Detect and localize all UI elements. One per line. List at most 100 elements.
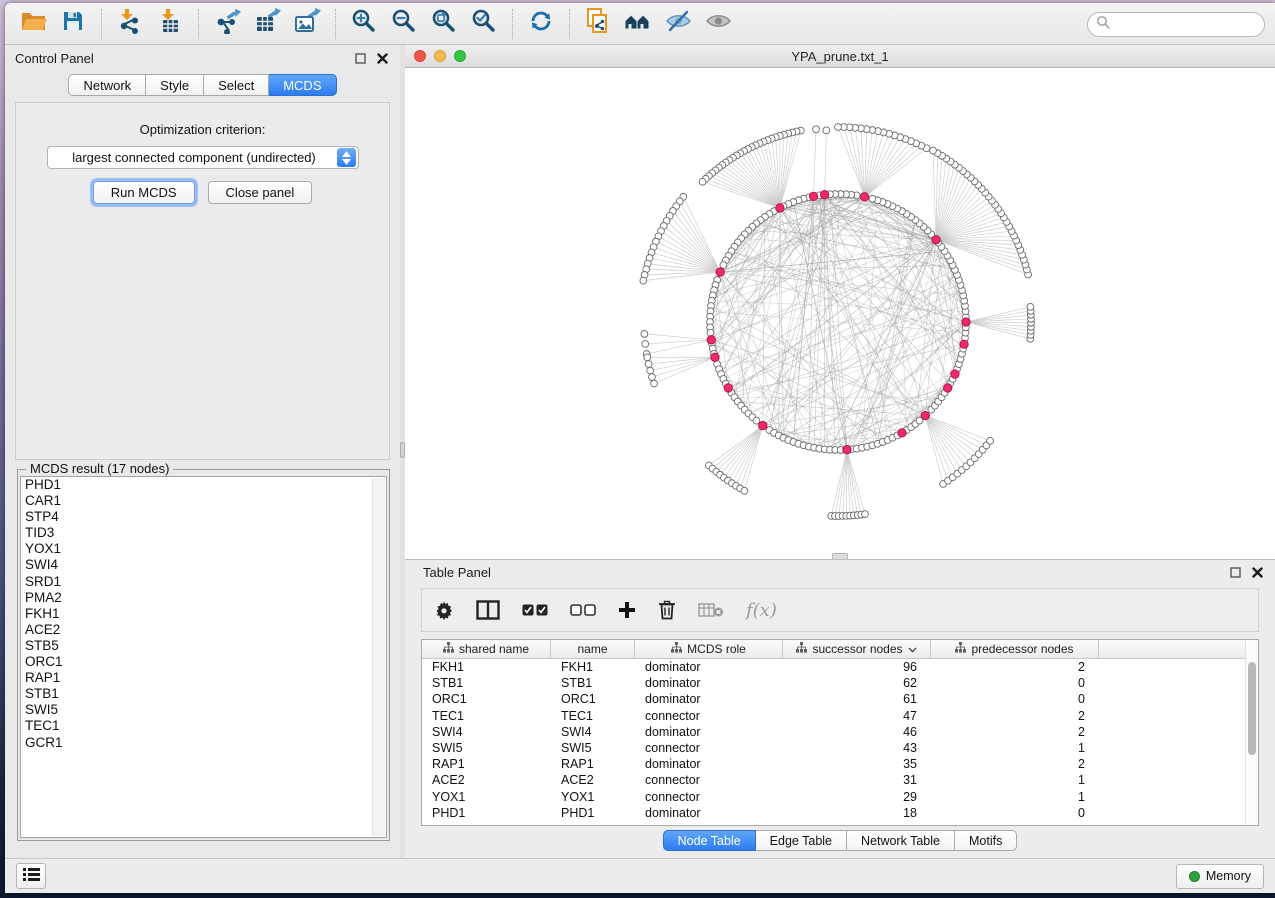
mcds-node[interactable]	[724, 384, 732, 392]
mcds-node[interactable]	[898, 429, 906, 437]
table-row[interactable]: ACE2ACE2connector311	[422, 772, 1258, 788]
close-table-panel-icon[interactable]	[1249, 564, 1265, 580]
table-cell[interactable]: TEC1	[551, 708, 635, 724]
tab-edge-table[interactable]: Edge Table	[756, 830, 847, 851]
table-cell[interactable]: dominator	[635, 691, 783, 707]
tab-node-table[interactable]: Node Table	[663, 830, 756, 851]
optimization-criterion-select[interactable]: largest connected component (undirected)	[47, 146, 359, 169]
mcds-node[interactable]	[960, 340, 968, 348]
mcds-node[interactable]	[711, 353, 719, 361]
tab-motifs[interactable]: Motifs	[955, 830, 1017, 851]
leaf-node[interactable]	[813, 126, 820, 133]
table-cell[interactable]: dominator	[635, 756, 783, 772]
leaf-node[interactable]	[649, 374, 656, 381]
table-cell[interactable]: PHD1	[551, 805, 635, 821]
leaf-node[interactable]	[835, 124, 842, 131]
table-cell[interactable]: FKH1	[422, 659, 551, 675]
mcds-node[interactable]	[962, 318, 970, 326]
split-handle-horizontal[interactable]	[832, 553, 848, 559]
export-network-button[interactable]	[207, 7, 247, 41]
mcds-node[interactable]	[707, 336, 715, 344]
table-row[interactable]: SWI5SWI5connector431	[422, 740, 1258, 756]
mcds-node[interactable]	[820, 191, 828, 199]
float-panel-icon[interactable]	[352, 50, 368, 66]
table-cell[interactable]: 2	[931, 659, 1099, 675]
mcds-node[interactable]	[776, 204, 784, 212]
table-cell[interactable]: RAP1	[551, 756, 635, 772]
leaf-node[interactable]	[640, 277, 647, 284]
list-scrollbar-track[interactable]	[372, 478, 385, 836]
table-cell[interactable]: 0	[931, 691, 1099, 707]
leaf-node[interactable]	[647, 367, 654, 374]
table-row[interactable]: ORC1ORC1dominator610	[422, 691, 1258, 707]
leaf-node[interactable]	[741, 487, 748, 494]
table-row[interactable]: PHD1PHD1dominator180	[422, 805, 1258, 821]
new-network-from-selection-button[interactable]	[578, 7, 618, 41]
table-cell[interactable]: 47	[783, 708, 931, 724]
tab-mcds[interactable]: MCDS	[269, 74, 336, 96]
table-cell[interactable]: PHD1	[422, 805, 551, 821]
table-cell[interactable]: 35	[783, 756, 931, 772]
leaf-node[interactable]	[862, 511, 869, 518]
zoom-out-button[interactable]	[384, 7, 424, 41]
table-cell[interactable]: FKH1	[551, 659, 635, 675]
export-image-button[interactable]	[287, 7, 327, 41]
column-header-shared-name[interactable]: shared name	[422, 640, 551, 658]
table-cell[interactable]: 62	[783, 675, 931, 691]
table-cell[interactable]: 61	[783, 691, 931, 707]
mcds-node[interactable]	[716, 268, 724, 276]
table-cell[interactable]: dominator	[635, 724, 783, 740]
column-header-name[interactable]: name	[551, 640, 635, 658]
ring-node[interactable]	[707, 329, 714, 336]
tab-style[interactable]: Style	[146, 74, 204, 96]
table-cell[interactable]: ACE2	[551, 772, 635, 788]
table-cell[interactable]: 46	[783, 724, 931, 740]
tab-network[interactable]: Network	[68, 74, 146, 96]
table-settings-button[interactable]	[434, 595, 454, 625]
table-cell[interactable]: 2	[931, 756, 1099, 772]
table-cell[interactable]: dominator	[635, 805, 783, 821]
create-column-button[interactable]	[618, 595, 636, 625]
table-cell[interactable]: 96	[783, 659, 931, 675]
table-cell[interactable]: 31	[783, 772, 931, 788]
mcds-node[interactable]	[944, 384, 952, 392]
leaf-node[interactable]	[641, 330, 648, 337]
close-panel-button[interactable]: Close panel	[208, 181, 313, 204]
table-scrollbar-thumb[interactable]	[1248, 662, 1256, 755]
table-cell[interactable]: YOX1	[422, 789, 551, 805]
table-cell[interactable]: dominator	[635, 675, 783, 691]
mcds-node[interactable]	[759, 421, 767, 429]
show-columns-button[interactable]	[476, 595, 500, 625]
close-panel-icon[interactable]	[374, 50, 390, 66]
table-cell[interactable]: ORC1	[551, 691, 635, 707]
table-cell[interactable]: TEC1	[422, 708, 551, 724]
table-cell[interactable]: SWI5	[551, 740, 635, 756]
table-row[interactable]: FKH1FKH1dominator962	[422, 659, 1258, 675]
tab-select[interactable]: Select	[204, 74, 269, 96]
table-cell[interactable]: 2	[931, 708, 1099, 724]
import-table-button[interactable]	[150, 7, 190, 41]
table-row[interactable]: SWI4SWI4dominator462	[422, 724, 1258, 740]
mcds-node[interactable]	[809, 192, 817, 200]
table-cell[interactable]: 29	[783, 789, 931, 805]
table-cell[interactable]: connector	[635, 708, 783, 724]
table-cell[interactable]: SWI4	[551, 724, 635, 740]
ring-node[interactable]	[869, 195, 876, 202]
table-cell[interactable]: 18	[783, 805, 931, 821]
mcds-node[interactable]	[843, 445, 851, 453]
zoom-in-button[interactable]	[344, 7, 384, 41]
table-cell[interactable]: SWI4	[422, 724, 551, 740]
mcds-node[interactable]	[921, 411, 929, 419]
delete-column-button[interactable]	[658, 595, 676, 625]
run-mcds-button[interactable]: Run MCDS	[93, 181, 195, 204]
leaf-node[interactable]	[651, 380, 658, 387]
table-cell[interactable]: SWI5	[422, 740, 551, 756]
table-cell[interactable]: YOX1	[551, 789, 635, 805]
deselect-all-columns-button[interactable]	[570, 595, 596, 625]
leaf-node[interactable]	[645, 361, 652, 368]
table-cell[interactable]: dominator	[635, 659, 783, 675]
table-scrollbar[interactable]	[1245, 640, 1258, 825]
hide-selection-button[interactable]	[658, 7, 698, 41]
column-header-predecessor-nodes[interactable]: predecessor nodes	[931, 640, 1099, 658]
open-session-button[interactable]	[13, 7, 53, 41]
